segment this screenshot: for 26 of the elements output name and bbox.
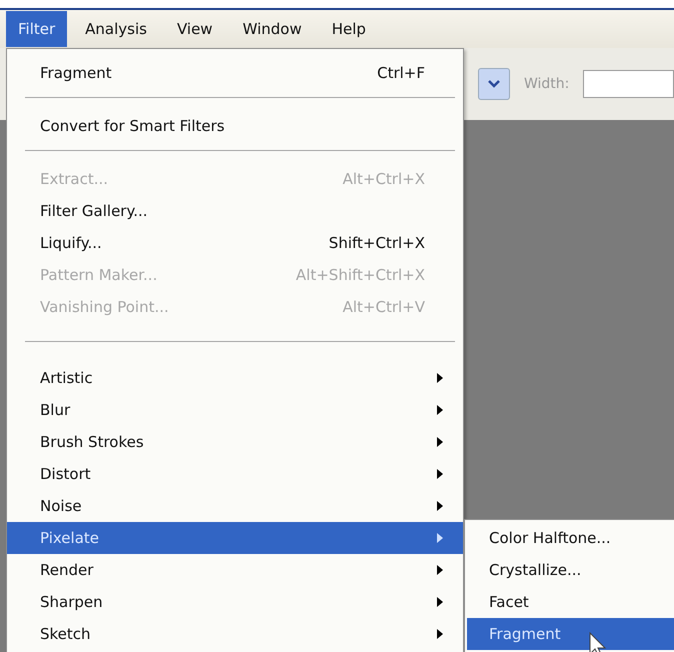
- menu-item[interactable]: Distort: [7, 458, 463, 490]
- dropdown-button[interactable]: [478, 68, 510, 100]
- menu-item[interactable]: Color Halftone...: [465, 522, 674, 554]
- menu-item[interactable]: Convert for Smart Filters: [7, 110, 463, 142]
- menu-item[interactable]: Artistic: [7, 362, 463, 394]
- menu-item[interactable]: Pixelate: [7, 522, 463, 554]
- menu-item[interactable]: Fragment: [467, 618, 674, 650]
- menu-item[interactable]: Filter Gallery...: [7, 195, 463, 227]
- menu-bar-item[interactable]: Filter: [6, 11, 68, 47]
- menu-item[interactable]: Sharpen: [7, 586, 463, 618]
- menu-bar-item[interactable]: Help: [320, 11, 378, 47]
- menu-bar-item[interactable]: View: [164, 11, 225, 47]
- menu-bar-item[interactable]: Analysis: [73, 11, 159, 47]
- chevron-down-icon: [487, 79, 501, 89]
- menu-item[interactable]: Render: [7, 554, 463, 586]
- menu-bar-item[interactable]: Window: [230, 11, 314, 47]
- menu-item[interactable]: Blur: [7, 394, 463, 426]
- menu-item[interactable]: Crystallize...: [465, 554, 674, 586]
- width-label: Width:: [524, 76, 570, 92]
- menu-item[interactable]: Noise: [7, 490, 463, 522]
- menu-item[interactable]: Brush Strokes: [7, 426, 463, 458]
- menu-item[interactable]: Liquify... Shift+Ctrl+X: [7, 227, 463, 259]
- width-field[interactable]: [583, 70, 674, 98]
- menu-item[interactable]: Sketch: [7, 618, 463, 650]
- menu-item[interactable]: Facet: [465, 586, 674, 618]
- menu-item[interactable]: Fragment Ctrl+F: [7, 57, 463, 89]
